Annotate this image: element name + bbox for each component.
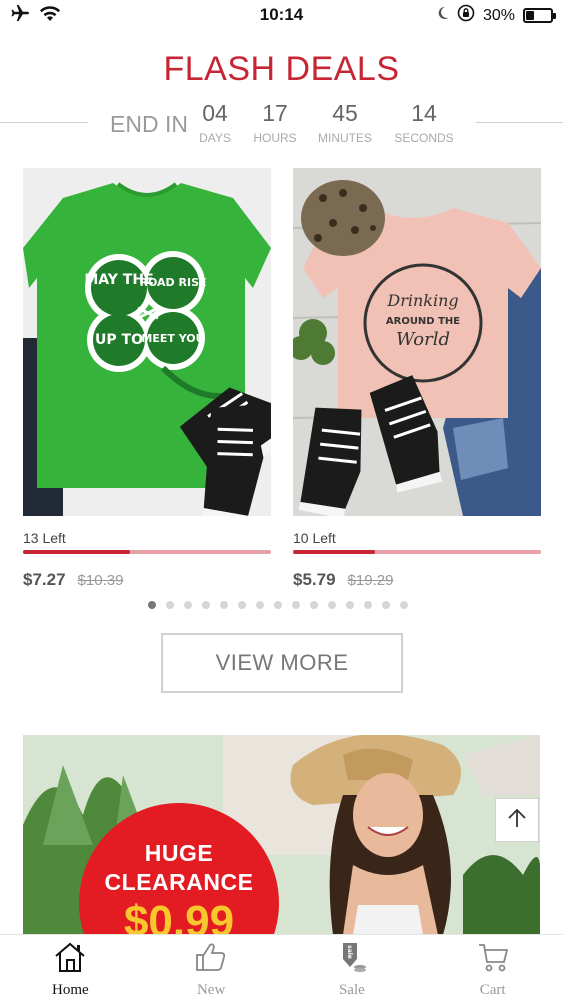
tab-label: Home xyxy=(52,982,89,998)
tab-cart[interactable]: Cart xyxy=(422,935,563,1000)
stock-progress-fill xyxy=(293,550,375,554)
countdown: END IN 04 DAYS 17 HOURS 45 MINUTES 14 SE… xyxy=(0,100,563,150)
sale-price: $5.79 xyxy=(293,570,336,589)
tab-label: Cart xyxy=(479,982,506,998)
countdown-value: 14 xyxy=(411,100,437,126)
divider xyxy=(0,122,88,123)
stock-left-label: 10 Left xyxy=(293,530,336,546)
banner-headline: HUGE xyxy=(144,840,214,866)
countdown-value: 17 xyxy=(262,100,288,126)
divider xyxy=(476,122,563,123)
shirt-text: World xyxy=(396,329,450,350)
pager-dot[interactable] xyxy=(148,601,156,609)
arrow-up-icon xyxy=(506,807,528,834)
pager-dot[interactable] xyxy=(166,601,174,609)
original-price: $19.29 xyxy=(347,572,394,589)
product-image[interactable]: MAY THE ROAD RISE UP TO MEET YOU xyxy=(23,168,271,516)
pager-dot[interactable] xyxy=(238,601,246,609)
sale-price: $7.27 xyxy=(23,570,66,589)
countdown-label: HOURS xyxy=(253,131,297,145)
countdown-label: MINUTES xyxy=(318,131,372,145)
stock-left-label: 13 Left xyxy=(23,530,66,546)
battery-icon xyxy=(523,8,556,23)
home-icon xyxy=(53,941,87,978)
pager-dot[interactable] xyxy=(220,601,228,609)
tab-sale[interactable]: sale Sale xyxy=(282,935,423,1000)
shirt-text: MEET YOU xyxy=(141,332,204,345)
banner-headline: CLEARANCE xyxy=(104,869,254,895)
thumbs-up-icon xyxy=(194,941,228,978)
cart-icon xyxy=(476,941,510,978)
pager-dot[interactable] xyxy=(256,601,264,609)
countdown-minutes: 45 MINUTES xyxy=(310,100,380,145)
pager-dot[interactable] xyxy=(184,601,192,609)
flash-deals-title: FLASH DEALS xyxy=(163,50,400,88)
shirt-text: UP TO xyxy=(95,332,143,348)
pager-dot[interactable] xyxy=(274,601,282,609)
stock-progress-bar xyxy=(293,550,541,554)
status-bar: 10:14 30% xyxy=(0,0,563,30)
product-card[interactable]: MAY THE ROAD RISE UP TO MEET YOU 13 Left… xyxy=(23,168,271,590)
clearance-banner[interactable]: HUGE CLEARANCE $0.99 xyxy=(23,735,540,935)
end-in-label: END IN xyxy=(110,111,188,137)
original-price: $10.39 xyxy=(77,572,124,589)
product-image[interactable]: Drinking AROUND THE World xyxy=(293,168,541,516)
product-card[interactable]: Drinking AROUND THE World 10 Left $5.79 … xyxy=(293,168,541,590)
pager-dot[interactable] xyxy=(382,601,390,609)
pager-dot[interactable] xyxy=(346,601,354,609)
battery-percent: 30% xyxy=(482,6,515,24)
banner-price: $0.99 xyxy=(123,897,235,935)
pager-dot[interactable] xyxy=(364,601,372,609)
countdown-label: SECONDS xyxy=(394,131,454,145)
shirt-text: ROAD RISE xyxy=(140,276,207,289)
countdown-seconds: 14 SECONDS xyxy=(389,100,459,145)
stock-progress-fill xyxy=(23,550,130,554)
pager-dot[interactable] xyxy=(400,601,408,609)
pager-dot[interactable] xyxy=(292,601,300,609)
pager-dot[interactable] xyxy=(310,601,318,609)
view-more-button[interactable]: VIEW MORE xyxy=(161,633,403,693)
countdown-value: 45 xyxy=(332,100,358,126)
shirt-text: AROUND THE xyxy=(386,316,460,327)
tab-label: New xyxy=(196,982,226,998)
pager-dot[interactable] xyxy=(328,601,336,609)
tab-home[interactable]: Home xyxy=(0,935,141,1000)
svg-text:sale: sale xyxy=(346,945,353,959)
pager-dot[interactable] xyxy=(202,601,210,609)
carousel-pager[interactable] xyxy=(148,601,408,609)
bottom-tab-bar: Home New sale Sale Cart xyxy=(0,934,563,1000)
orientation-lock-icon xyxy=(457,4,475,27)
tab-new[interactable]: New xyxy=(141,935,282,1000)
moon-icon xyxy=(437,6,449,25)
stock-progress-bar xyxy=(23,550,271,554)
countdown-hours: 17 HOURS xyxy=(240,100,310,145)
tab-label: Sale xyxy=(338,982,365,998)
sale-tag-icon: sale xyxy=(335,941,369,978)
scroll-to-top-button[interactable] xyxy=(495,798,539,842)
shirt-text: Drinking xyxy=(386,291,458,310)
